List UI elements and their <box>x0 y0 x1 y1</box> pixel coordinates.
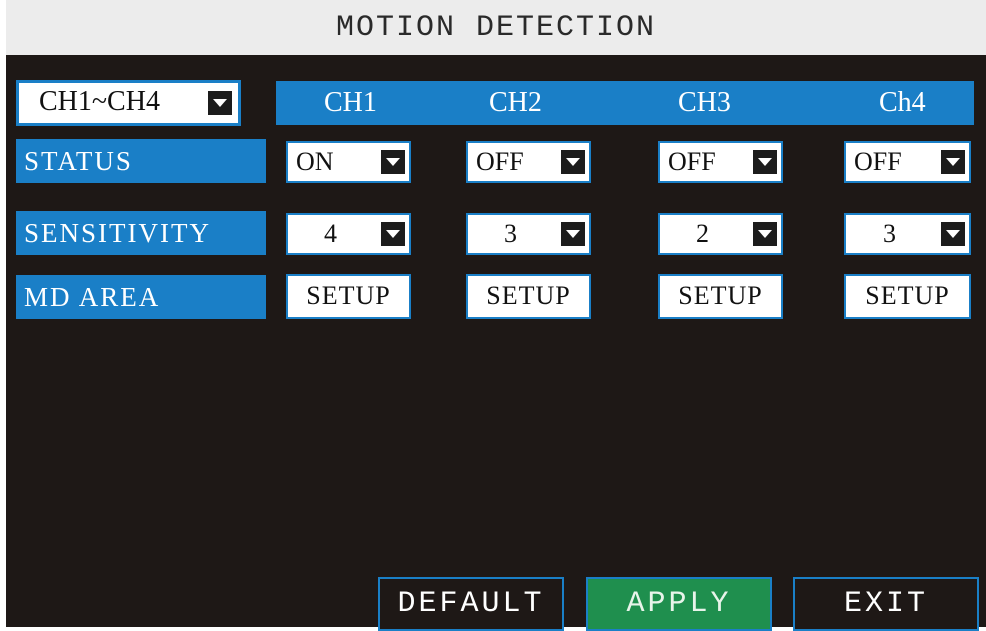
exit-button[interactable]: EXIT <box>793 577 979 631</box>
channel-header-ch2: CH2 <box>489 87 542 118</box>
channel-group-value: CH1~CH4 <box>39 86 160 117</box>
sensitivity-value-ch2: 3 <box>504 219 517 248</box>
channel-header-ch1: CH1 <box>324 87 377 118</box>
status-value-ch2: OFF <box>476 147 524 176</box>
sensitivity-select-ch3[interactable]: 2 <box>658 213 783 255</box>
md-area-label: MD AREA <box>16 275 266 319</box>
channel-header: CH1 CH2 CH3 Ch4 <box>276 81 974 125</box>
sensitivity-select-ch1[interactable]: 4 <box>286 213 411 255</box>
md-area-setup-button-ch1[interactable]: SETUP <box>286 274 411 319</box>
status-value-ch3: OFF <box>668 147 716 176</box>
motion-detection-panel: CH1~CH4 CH1 CH2 CH3 Ch4 STATUS ON OFF OF… <box>6 55 986 631</box>
status-select-ch4[interactable]: OFF <box>844 141 971 183</box>
channel-header-ch3: CH3 <box>678 87 731 118</box>
md-area-setup-button-ch4[interactable]: SETUP <box>844 274 971 319</box>
chevron-down-icon[interactable] <box>561 150 585 174</box>
apply-button[interactable]: APPLY <box>586 577 772 631</box>
status-select-ch2[interactable]: OFF <box>466 141 591 183</box>
chevron-down-icon[interactable] <box>561 222 585 246</box>
chevron-down-icon[interactable] <box>208 91 232 115</box>
sensitivity-select-ch4[interactable]: 3 <box>844 213 971 255</box>
channel-group-select[interactable]: CH1~CH4 <box>16 80 241 126</box>
default-button[interactable]: DEFAULT <box>378 577 564 631</box>
status-select-ch3[interactable]: OFF <box>658 141 783 183</box>
chevron-down-icon[interactable] <box>753 150 777 174</box>
status-value-ch4: OFF <box>854 147 902 176</box>
chevron-down-icon[interactable] <box>381 222 405 246</box>
status-select-ch1[interactable]: ON <box>286 141 411 183</box>
md-area-setup-button-ch2[interactable]: SETUP <box>466 274 591 319</box>
sensitivity-value-ch3: 2 <box>696 219 709 248</box>
sensitivity-value-ch4: 3 <box>883 219 896 248</box>
sensitivity-label: SENSITIVITY <box>16 211 266 255</box>
status-value-ch1: ON <box>296 147 334 176</box>
sensitivity-value-ch1: 4 <box>324 219 337 248</box>
page-title: MOTION DETECTION <box>6 0 986 55</box>
md-area-setup-button-ch3[interactable]: SETUP <box>658 274 783 319</box>
chevron-down-icon[interactable] <box>941 222 965 246</box>
chevron-down-icon[interactable] <box>753 222 777 246</box>
status-label: STATUS <box>16 139 266 183</box>
channel-header-ch4: Ch4 <box>879 87 926 118</box>
chevron-down-icon[interactable] <box>381 150 405 174</box>
sensitivity-select-ch2[interactable]: 3 <box>466 213 591 255</box>
chevron-down-icon[interactable] <box>941 150 965 174</box>
